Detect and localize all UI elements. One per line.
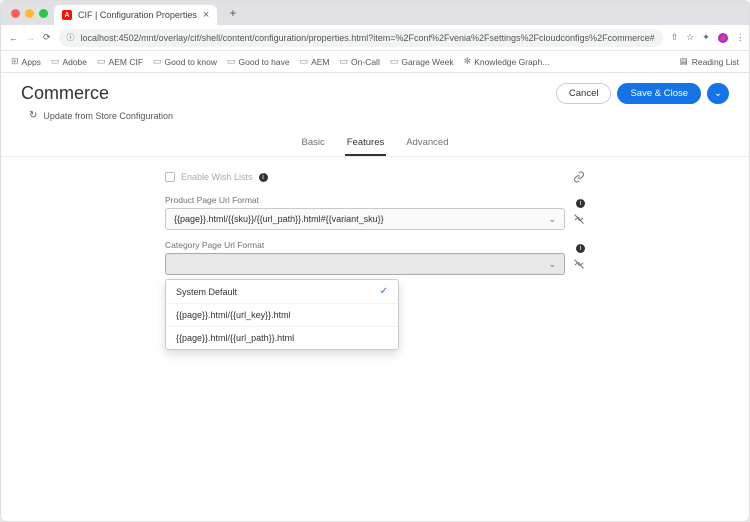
- chevron-down-icon: ⌄: [548, 214, 556, 225]
- back-icon[interactable]: ←: [9, 33, 18, 43]
- address-bar[interactable]: ⓘ localhost:4502/mnt/overlay/cif/shell/c…: [59, 29, 663, 47]
- maximize-window-button[interactable]: [39, 9, 48, 18]
- chrome-menu-icon[interactable]: ⋮: [736, 32, 745, 43]
- reading-list-icon: ▤: [680, 56, 688, 67]
- check-icon: ✓: [380, 286, 388, 297]
- dropdown-option-system-default[interactable]: System Default ✓: [166, 280, 398, 304]
- form-panel: Enable Wish Lists i Product Page Url For…: [1, 157, 749, 521]
- category-url-label: Category Page Url Format: [165, 240, 576, 250]
- tab-basic[interactable]: Basic: [300, 131, 327, 156]
- folder-icon: ▭: [153, 56, 162, 67]
- header-actions: Cancel Save & Close ⌄: [556, 83, 729, 104]
- category-url-select[interactable]: ⌄: [165, 253, 565, 275]
- bookmark-folder[interactable]: ▭AEM CIF: [97, 56, 143, 67]
- extensions-icon[interactable]: ✦: [702, 32, 710, 43]
- bookmark-link[interactable]: ✻Knowledge Graph...: [464, 56, 550, 67]
- update-from-store-label: Update from Store Configuration: [43, 111, 173, 121]
- product-url-value: {{page}}.html/{{sku}}/{{url_path}}.html#…: [174, 214, 384, 224]
- folder-icon: ▭: [97, 56, 106, 67]
- page-header: Commerce Cancel Save & Close ⌄: [1, 73, 749, 110]
- chevron-down-icon: ⌄: [714, 88, 722, 99]
- save-dropdown-button[interactable]: ⌄: [707, 83, 729, 104]
- share-icon[interactable]: ⇧: [671, 32, 679, 43]
- sync-icon: ↻: [29, 110, 37, 121]
- break-inherit-icon[interactable]: [573, 213, 585, 225]
- config-tabs: Basic Features Advanced: [1, 131, 749, 157]
- dropdown-option-url-key[interactable]: {{page}}.html/{{url_key}}.html: [166, 304, 398, 327]
- chrome-actions: ⇧ ☆ ✦ ⋮: [671, 32, 745, 43]
- tab-advanced[interactable]: Advanced: [404, 131, 450, 156]
- enable-wishlist-checkbox[interactable]: [165, 172, 175, 182]
- apps-icon: ⊞: [11, 56, 19, 67]
- info-icon[interactable]: i: [576, 244, 585, 253]
- folder-icon: ▭: [51, 56, 60, 67]
- app-content: Commerce Cancel Save & Close ⌄ ↻ Update …: [1, 73, 749, 521]
- bookmark-folder[interactable]: ▭AEM: [300, 56, 330, 67]
- folder-icon: ▭: [300, 56, 309, 67]
- folder-icon: ▭: [390, 56, 399, 67]
- graph-icon: ✻: [464, 56, 472, 67]
- save-close-button[interactable]: Save & Close: [617, 83, 701, 104]
- info-icon[interactable]: i: [576, 199, 585, 208]
- inherit-link-icon[interactable]: [573, 171, 585, 183]
- reading-list-button[interactable]: ▤Reading List: [680, 56, 739, 67]
- extension-avatar-icon[interactable]: [718, 33, 728, 43]
- site-info-icon[interactable]: ⓘ: [67, 32, 75, 43]
- bookmark-folder[interactable]: ▭On-Call: [340, 56, 380, 67]
- update-from-store-row[interactable]: ↻ Update from Store Configuration: [1, 110, 749, 131]
- bookmark-folder[interactable]: ▭Good to know: [153, 56, 217, 67]
- window-controls: [7, 9, 48, 18]
- folder-icon: ▭: [340, 56, 349, 67]
- browser-window: A CIF | Configuration Properties × + ← →…: [0, 0, 750, 522]
- chrome-toolbar: ← → ⟳ ⓘ localhost:4502/mnt/overlay/cif/s…: [1, 25, 749, 51]
- bookmark-folder[interactable]: ▭Adobe: [51, 56, 87, 67]
- tab-title: CIF | Configuration Properties: [78, 10, 197, 20]
- star-icon[interactable]: ☆: [686, 32, 694, 43]
- form-column: Enable Wish Lists i Product Page Url For…: [165, 171, 585, 521]
- product-url-select[interactable]: {{page}}.html/{{sku}}/{{url_path}}.html#…: [165, 208, 565, 230]
- bookmark-folder[interactable]: ▭Good to have: [227, 56, 290, 67]
- cancel-button[interactable]: Cancel: [556, 83, 612, 104]
- browser-tab[interactable]: A CIF | Configuration Properties ×: [54, 5, 217, 25]
- new-tab-button[interactable]: +: [223, 6, 242, 20]
- forward-icon[interactable]: →: [26, 33, 35, 43]
- dropdown-option-url-path[interactable]: {{page}}.html/{{url_path}}.html: [166, 327, 398, 349]
- info-icon[interactable]: i: [259, 173, 268, 182]
- bookmarks-bar: ⊞Apps ▭Adobe ▭AEM CIF ▭Good to know ▭Goo…: [1, 51, 749, 73]
- adobe-favicon-icon: A: [62, 10, 72, 20]
- url-text: localhost:4502/mnt/overlay/cif/shell/con…: [81, 33, 655, 43]
- folder-icon: ▭: [227, 56, 236, 67]
- chevron-down-icon: ⌄: [548, 259, 556, 270]
- category-url-dropdown: System Default ✓ {{page}}.html/{{url_key…: [165, 279, 399, 350]
- bookmark-folder[interactable]: ▭Garage Week: [390, 56, 454, 67]
- close-window-button[interactable]: [11, 9, 20, 18]
- apps-bookmark[interactable]: ⊞Apps: [11, 56, 41, 67]
- enable-wishlist-label: Enable Wish Lists: [181, 172, 253, 182]
- reload-icon[interactable]: ⟳: [43, 32, 51, 43]
- minimize-window-button[interactable]: [25, 9, 34, 18]
- page-title: Commerce: [21, 83, 109, 104]
- tab-features[interactable]: Features: [345, 131, 387, 156]
- close-tab-icon[interactable]: ×: [203, 9, 209, 21]
- chrome-tab-strip: A CIF | Configuration Properties × +: [1, 1, 749, 25]
- break-inherit-icon[interactable]: [573, 258, 585, 270]
- product-url-label: Product Page Url Format: [165, 195, 576, 205]
